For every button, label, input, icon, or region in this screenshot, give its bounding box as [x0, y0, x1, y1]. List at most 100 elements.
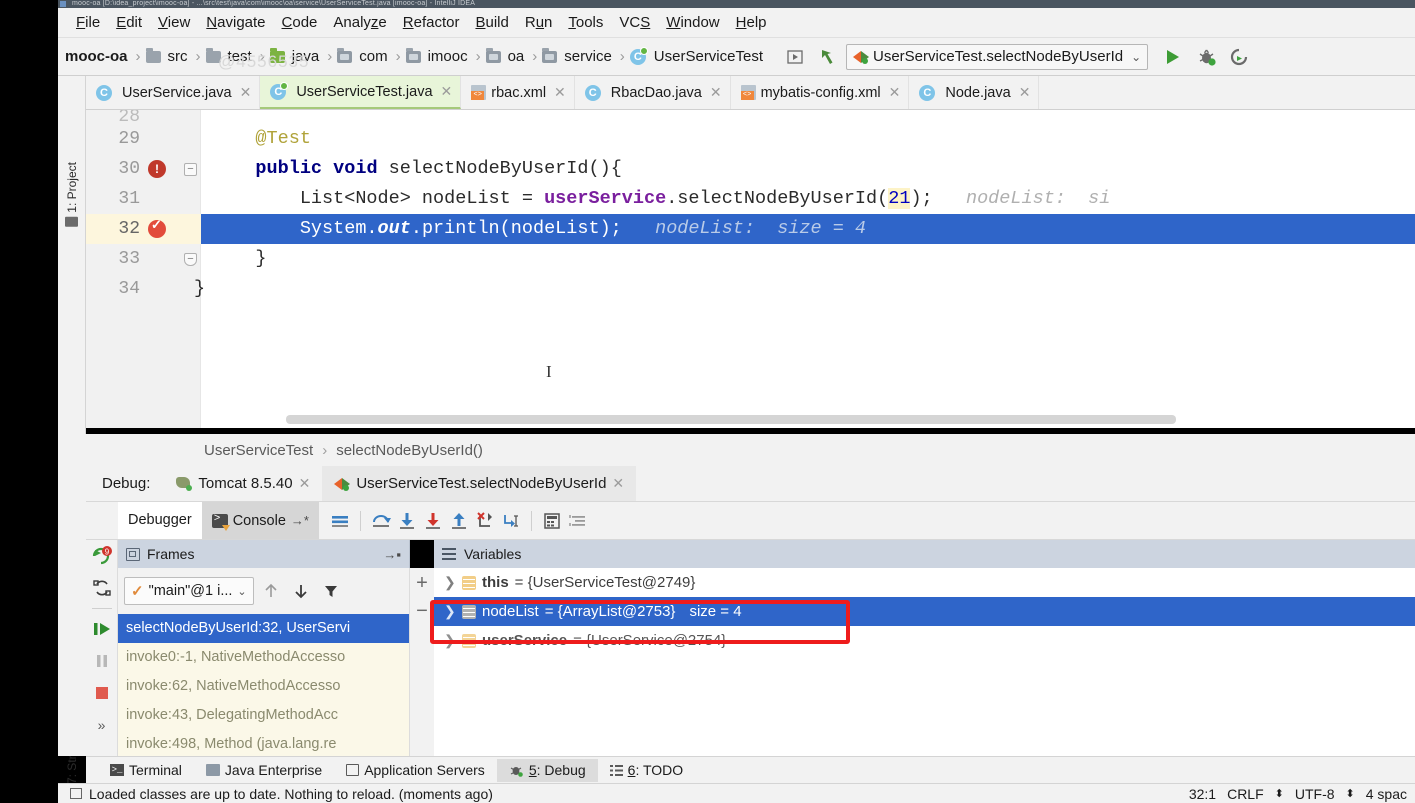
editor-tab-node[interactable]: C Node.java ✕: [909, 76, 1040, 109]
toolwindow-todo[interactable]: 6: TODO: [598, 759, 696, 782]
list-item[interactable]: invoke:43, DelegatingMethodAcc: [118, 701, 409, 730]
frames-list[interactable]: selectNodeByUserId:32, UserServi invoke0…: [118, 614, 410, 756]
close-icon[interactable]: ✕: [707, 84, 722, 101]
jump-to-source-icon[interactable]: [816, 46, 838, 68]
editor-tab-userservicetest[interactable]: C UserServiceTest.java ✕: [260, 76, 462, 109]
layout-settings-icon[interactable]: [327, 508, 353, 534]
code-line[interactable]: 31 List<Node> nodeList = userService.sel…: [86, 184, 1415, 214]
editor-tab-userservice[interactable]: C UserService.java ✕: [86, 76, 261, 109]
menu-run[interactable]: Run: [517, 12, 561, 33]
stop-icon[interactable]: [89, 681, 115, 705]
menu-refactor[interactable]: Refactor: [395, 12, 468, 33]
code-fold-icon[interactable]: −: [184, 253, 197, 266]
rerun-icon[interactable]: 9: [89, 544, 115, 568]
message-icon[interactable]: [70, 788, 82, 799]
indent-setting[interactable]: 4 spac: [1366, 786, 1407, 802]
editor-horizontal-scrollbar[interactable]: [286, 415, 1176, 424]
step-over-icon[interactable]: [368, 508, 394, 534]
filter-icon[interactable]: [318, 578, 344, 604]
evaluate-expression-icon[interactable]: [539, 508, 565, 534]
breadcrumb-method-label[interactable]: selectNodeByUserId(): [336, 442, 483, 459]
resume-program-icon[interactable]: [89, 617, 115, 641]
file-encoding[interactable]: UTF-8: [1295, 786, 1335, 802]
variable-row-nodelist[interactable]: ❯ nodeList = {ArrayList@2753} size = 4: [434, 597, 1415, 626]
menu-file[interactable]: File: [68, 12, 108, 33]
code-fold-icon[interactable]: −: [184, 163, 197, 176]
breadcrumb-service[interactable]: service: [542, 47, 615, 65]
rerun-failed-tests-icon[interactable]: [89, 576, 115, 600]
add-watch-icon[interactable]: +: [416, 573, 428, 593]
chevron-right-icon[interactable]: ❯: [444, 597, 456, 626]
code-editor[interactable]: 28 29 @Test 30 ! − public void selectNod…: [86, 110, 1415, 428]
menu-analyze[interactable]: Analyze: [325, 12, 394, 33]
list-item[interactable]: selectNodeByUserId:32, UserServi: [118, 614, 409, 643]
close-icon[interactable]: ✕: [551, 84, 566, 101]
breadcrumb-project[interactable]: mooc-oa: [62, 48, 131, 65]
debug-button[interactable]: [1196, 46, 1218, 68]
menu-code[interactable]: Code: [274, 12, 326, 33]
toolwindow-java-enterprise[interactable]: Java Enterprise: [194, 759, 334, 782]
code-line-current[interactable]: 32 System.out.println(nodeList); nodeLis…: [86, 214, 1415, 244]
breakpoint-hit-icon[interactable]: [148, 217, 166, 238]
code-line[interactable]: 30 ! − public void selectNodeByUserId(){: [86, 154, 1415, 184]
debug-session-tab-tomcat[interactable]: Tomcat 8.5.40 ✕: [164, 466, 322, 501]
breadcrumb-class-label[interactable]: UserServiceTest: [204, 442, 313, 459]
list-item[interactable]: invoke0:-1, NativeMethodAccesso: [118, 643, 409, 672]
close-icon[interactable]: ✕: [612, 475, 624, 492]
close-icon[interactable]: ✕: [1016, 84, 1031, 101]
pin-icon[interactable]: →*: [291, 513, 309, 528]
code-line[interactable]: 33 − }: [86, 244, 1415, 274]
more-chevrons-icon[interactable]: »: [89, 713, 115, 737]
breadcrumb-oa[interactable]: oa: [485, 47, 528, 65]
toolwindow-debug[interactable]: 5: Debug: [496, 758, 598, 782]
sidebar-item-project[interactable]: 1: Project: [58, 162, 86, 227]
settings-lines-icon[interactable]: [565, 508, 591, 534]
close-icon[interactable]: ✕: [438, 83, 453, 100]
drop-frame-icon[interactable]: [472, 508, 498, 534]
editor-tab-rbacdao[interactable]: C RbacDao.java ✕: [574, 76, 731, 109]
editor-tab-rbac-xml[interactable]: rbac.xml ✕: [461, 76, 575, 109]
menu-help[interactable]: Help: [728, 12, 775, 33]
debug-session-tab-test[interactable]: UserServiceTest.selectNodeByUserId ✕: [322, 466, 637, 501]
toolwindow-application-servers[interactable]: Application Servers: [334, 759, 497, 782]
close-icon[interactable]: ✕: [299, 475, 311, 492]
breadcrumb-imooc[interactable]: imooc: [405, 47, 471, 65]
variable-row-this[interactable]: ❯ this = {UserServiceTest@2749}: [434, 568, 1415, 597]
code-line[interactable]: 29 @Test: [86, 124, 1415, 154]
menu-build[interactable]: Build: [467, 12, 516, 33]
breakpoint-error-icon[interactable]: !: [148, 160, 166, 178]
variables-list[interactable]: ❯ this = {UserServiceTest@2749} ❯ nodeLi…: [434, 568, 1415, 756]
up-arrow-icon[interactable]: [258, 578, 284, 604]
remove-watch-icon[interactable]: −: [416, 601, 428, 621]
force-step-into-icon[interactable]: [420, 508, 446, 534]
pause-program-icon[interactable]: [89, 649, 115, 673]
close-icon[interactable]: ✕: [237, 84, 252, 101]
list-item[interactable]: invoke:62, NativeMethodAccesso: [118, 672, 409, 701]
toolwindow-terminal[interactable]: >_ Terminal: [98, 759, 194, 782]
breadcrumb-test[interactable]: test: [205, 47, 255, 65]
thread-selector[interactable]: ✓ "main"@1 i... ⌄: [124, 577, 254, 605]
code-line[interactable]: 34 }: [86, 274, 1415, 304]
step-out-icon[interactable]: [446, 508, 472, 534]
list-item[interactable]: invoke:498, Method (java.lang.re: [118, 730, 409, 756]
run-with-coverage-button[interactable]: [1228, 46, 1250, 68]
breadcrumb-java[interactable]: java: [269, 47, 323, 65]
tab-debugger[interactable]: Debugger: [118, 502, 202, 539]
run-to-cursor-icon[interactable]: [498, 508, 524, 534]
down-arrow-icon[interactable]: [288, 578, 314, 604]
editor-tab-mybatis-config[interactable]: mybatis-config.xml ✕: [730, 76, 910, 109]
breadcrumb-class[interactable]: C UserServiceTest: [629, 46, 766, 65]
run-test-gutter-button[interactable]: [784, 46, 806, 68]
run-button[interactable]: [1162, 46, 1184, 68]
tab-console[interactable]: Console →*: [201, 502, 319, 539]
run-configuration-selector[interactable]: UserServiceTest.selectNodeByUserId ⌄: [846, 43, 1149, 70]
menu-navigate[interactable]: Navigate: [198, 12, 273, 33]
step-into-icon[interactable]: [394, 508, 420, 534]
caret-position[interactable]: 32:1: [1189, 786, 1216, 802]
line-separator[interactable]: CRLF: [1227, 786, 1264, 802]
breadcrumb-com[interactable]: com: [337, 47, 390, 65]
breadcrumb-src[interactable]: src: [145, 47, 191, 65]
chevron-right-icon[interactable]: ❯: [444, 568, 456, 597]
code-area[interactable]: 28 29 @Test 30 ! − public void selectNod…: [86, 110, 1415, 428]
menu-tools[interactable]: Tools: [560, 12, 611, 33]
